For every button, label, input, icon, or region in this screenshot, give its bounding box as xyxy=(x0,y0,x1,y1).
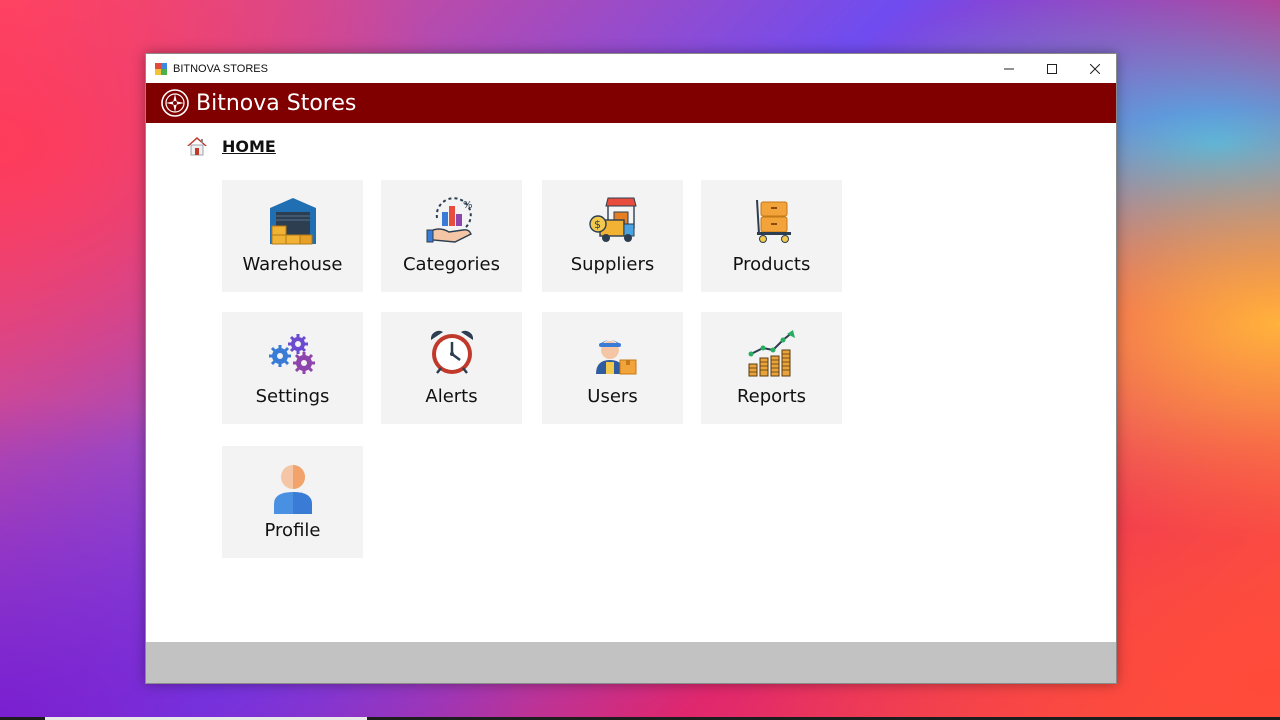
app-header: Bitnova Stores xyxy=(146,83,1116,123)
window-titlebar[interactable]: BITNOVA STORES xyxy=(146,54,1116,83)
tile-label: Categories xyxy=(402,254,501,275)
maximize-button[interactable] xyxy=(1030,54,1073,83)
tile-label: Profile xyxy=(264,520,321,541)
growth-chart-icon xyxy=(748,330,795,377)
tile-alerts[interactable]: Alerts xyxy=(381,312,522,424)
svg-text:%: % xyxy=(463,200,473,211)
tile-label: Suppliers xyxy=(570,254,655,275)
status-bar xyxy=(146,642,1116,683)
tile-reports[interactable]: Reports xyxy=(701,312,842,424)
brand-title: Bitnova Stores xyxy=(196,90,357,116)
suppliers-icon: $ xyxy=(588,197,637,242)
minimize-icon xyxy=(1003,68,1014,69)
user-profile-icon xyxy=(273,465,312,514)
tile-label: Settings xyxy=(255,386,330,407)
svg-text:$: $ xyxy=(594,218,601,231)
categories-icon: % xyxy=(426,197,473,243)
tile-users[interactable]: Users xyxy=(542,312,683,424)
tile-label: Products xyxy=(732,254,811,275)
products-icon xyxy=(755,199,791,243)
breadcrumb: HOME xyxy=(186,135,276,157)
window-title: BITNOVA STORES xyxy=(173,62,268,75)
main-content: HOME Warehouse % Categories $ Suppliers … xyxy=(146,123,1116,641)
compass-logo-icon xyxy=(161,89,189,117)
tile-products[interactable]: Products xyxy=(701,180,842,292)
tile-categories[interactable]: % Categories xyxy=(381,180,522,292)
tile-label: Users xyxy=(587,386,638,407)
app-icon xyxy=(155,62,167,75)
settings-icon xyxy=(268,334,315,374)
warehouse-icon xyxy=(269,198,316,245)
tile-suppliers[interactable]: $ Suppliers xyxy=(542,180,683,292)
delivery-worker-icon xyxy=(595,340,636,375)
minimize-button[interactable] xyxy=(987,54,1030,83)
alarm-clock-icon xyxy=(430,330,473,374)
tile-profile[interactable]: Profile xyxy=(222,446,363,558)
app-window: BITNOVA STORES Bitnova Stores HOME Wareh… xyxy=(145,53,1117,684)
tile-label: Warehouse xyxy=(242,254,343,275)
home-icon xyxy=(187,137,207,156)
close-icon xyxy=(1089,63,1100,74)
maximize-icon xyxy=(1046,63,1057,74)
tile-settings[interactable]: Settings xyxy=(222,312,363,424)
tile-label: Reports xyxy=(736,386,807,407)
breadcrumb-home-link[interactable]: HOME xyxy=(222,137,276,156)
close-button[interactable] xyxy=(1073,54,1116,83)
tile-warehouse[interactable]: Warehouse xyxy=(222,180,363,292)
tile-label: Alerts xyxy=(425,386,478,407)
